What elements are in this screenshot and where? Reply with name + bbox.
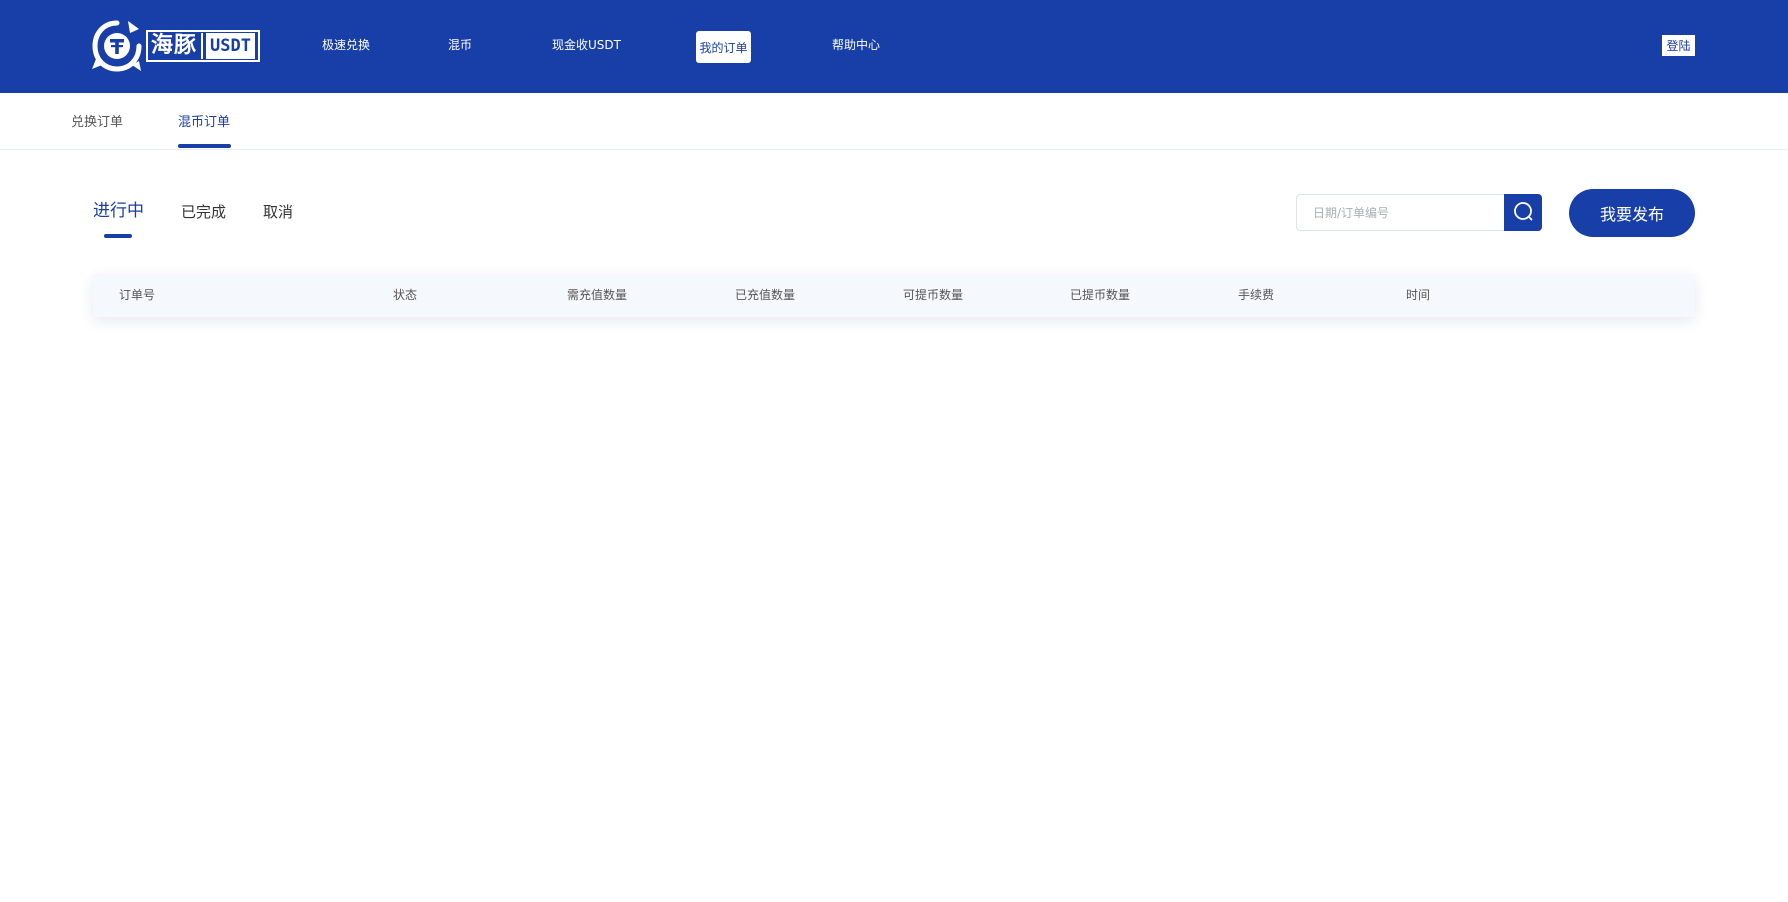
nav-cash-usdt[interactable]: 现金收USDT — [552, 37, 621, 53]
order-type-tabs: 兑换订单 混币订单 — [0, 93, 1788, 150]
search-icon — [1513, 201, 1533, 225]
tab-mixing-orders[interactable]: 混币订单 — [178, 114, 230, 132]
status-tab-completed[interactable]: 已完成 — [181, 201, 226, 223]
top-navbar: 海豚 USDT 极速兑换 混币 现金收USDT 我的订单 帮助中心 登陆 — [0, 0, 1788, 93]
nav-fast-exchange[interactable]: 极速兑换 — [322, 37, 370, 53]
status-tab-in-progress[interactable]: 进行中 — [93, 200, 144, 222]
status-tab-indicator — [104, 234, 132, 238]
dolphin-logo-icon — [92, 19, 142, 73]
column-deposited-amount: 已充值数量 — [735, 288, 796, 302]
active-tab-indicator — [178, 144, 231, 148]
column-fee: 手续费 — [1238, 288, 1275, 302]
publish-button[interactable]: 我要发布 — [1569, 189, 1695, 237]
tab-exchange-orders[interactable]: 兑换订单 — [71, 114, 123, 132]
login-button[interactable]: 登陆 — [1662, 35, 1695, 56]
nav-help-center[interactable]: 帮助中心 — [832, 37, 880, 53]
search-input[interactable] — [1296, 194, 1504, 231]
nav-my-orders[interactable]: 我的订单 — [696, 31, 751, 63]
column-withdrawn-amount: 已提币数量 — [1070, 288, 1131, 302]
status-tab-cancelled[interactable]: 取消 — [263, 201, 293, 223]
column-withdrawable-amount: 可提币数量 — [903, 288, 964, 302]
order-search — [1296, 194, 1542, 231]
brand-wordmark: 海豚 USDT — [146, 30, 260, 62]
nav-coin-mixing[interactable]: 混币 — [448, 37, 472, 53]
column-order-number: 订单号 — [119, 288, 156, 302]
search-button[interactable] — [1504, 194, 1542, 231]
brand-name-cn: 海豚 — [151, 33, 204, 59]
column-time: 时间 — [1406, 288, 1431, 302]
orders-table-header: 订单号 状态 需充值数量 已充值数量 可提币数量 已提币数量 手续费 时间 — [93, 274, 1695, 317]
column-required-deposit: 需充值数量 — [567, 288, 628, 302]
column-status: 状态 — [393, 288, 418, 302]
brand-name-en: USDT — [206, 33, 255, 59]
brand-logo[interactable]: 海豚 USDT — [92, 18, 260, 74]
